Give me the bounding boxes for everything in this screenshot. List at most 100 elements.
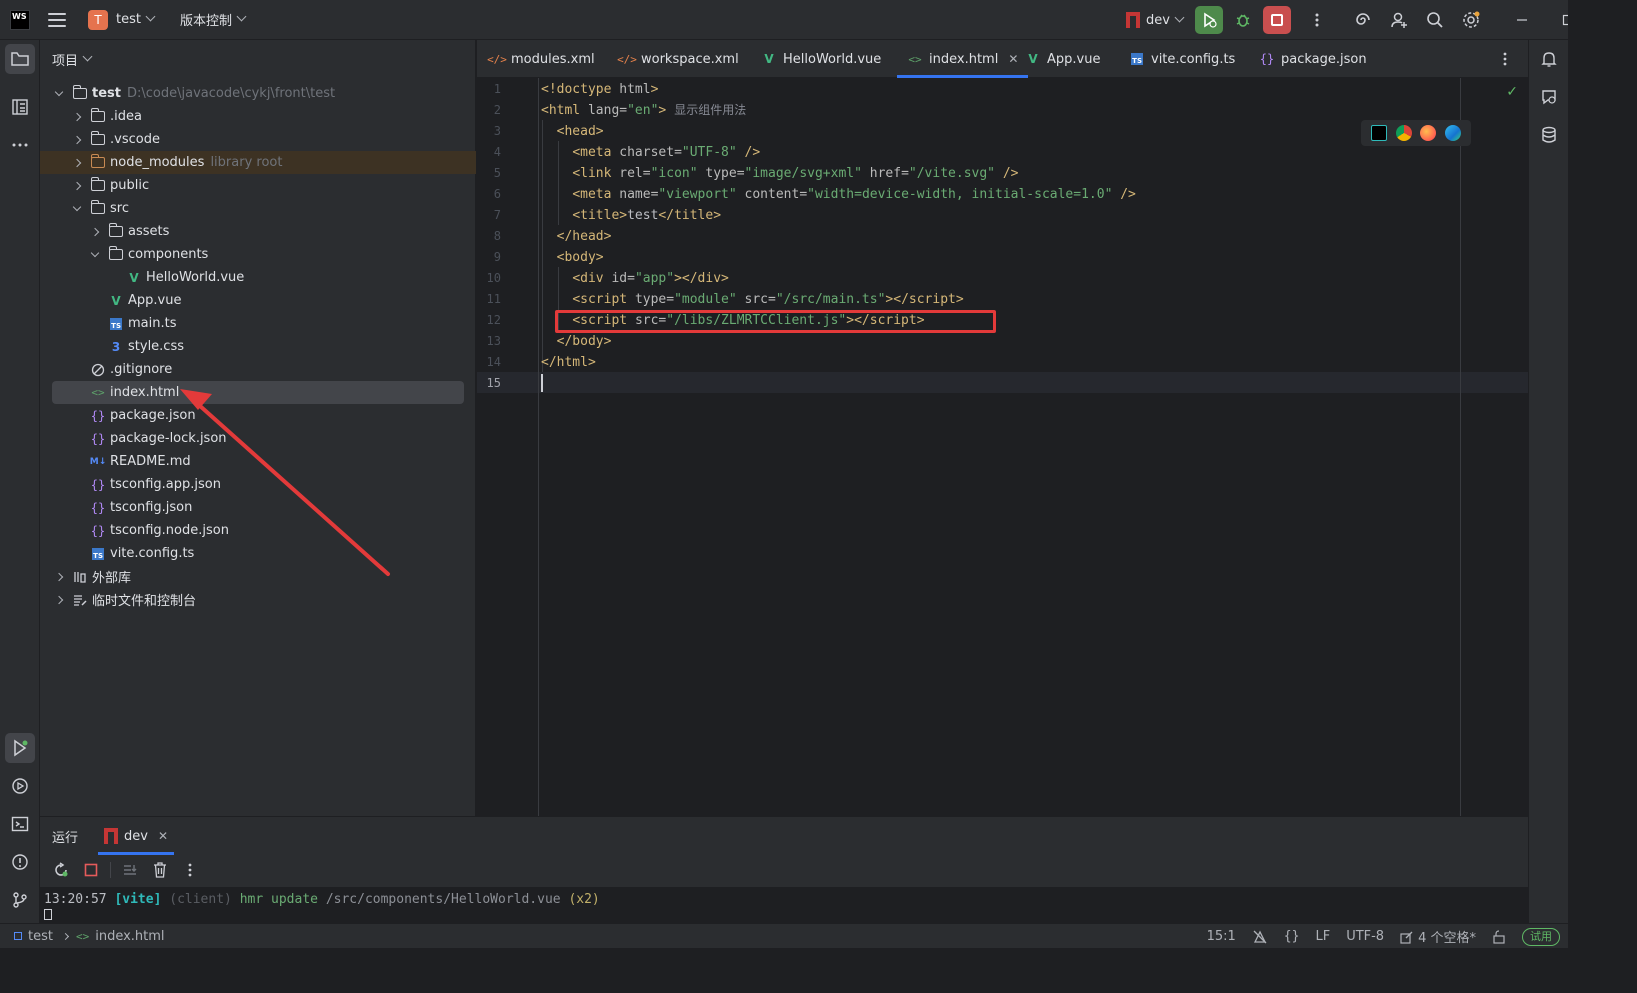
tab-helloworld-vue[interactable]: V HelloWorld.vue: [761, 40, 881, 78]
terminal-tool-button[interactable]: [5, 809, 35, 839]
project-badge[interactable]: T: [88, 9, 108, 30]
console-message: hmr update: [239, 892, 318, 907]
code-line-13: </body>: [556, 334, 612, 349]
run-config-selector[interactable]: dev: [1126, 12, 1185, 28]
chevron-down-icon[interactable]: [236, 11, 247, 22]
text-caret: [541, 374, 543, 392]
breadcrumb-file[interactable]: index.html: [95, 929, 164, 944]
xml-icon: </>: [487, 52, 507, 66]
run-tab-label: dev: [124, 828, 148, 844]
clear-console-button[interactable]: [149, 859, 171, 881]
stop-button[interactable]: [1263, 6, 1291, 34]
problems-icon: [12, 854, 28, 870]
console-count: (x2): [568, 892, 600, 907]
json-icon: {}: [1259, 52, 1275, 66]
structure-tool-button[interactable]: [5, 92, 35, 122]
scroll-to-end-button[interactable]: [119, 859, 141, 881]
tab-options-button[interactable]: [1503, 40, 1507, 78]
ai-chat-icon: [1542, 90, 1556, 105]
trash-icon: [154, 862, 166, 878]
run-tab-dev[interactable]: dev ✕: [98, 817, 175, 855]
database-icon: [1542, 126, 1556, 143]
code-line-10: <div id="app"></div>: [572, 271, 729, 286]
code-line-7: <title>test</title>: [572, 208, 722, 223]
minimize-button[interactable]: [1499, 0, 1545, 40]
line-gutter[interactable]: 1 2 3 4 5 6 7 8 9 10 11 12 13 14 15: [477, 78, 539, 816]
notifications-button[interactable]: [1534, 44, 1564, 74]
tab-modules-xml[interactable]: </> modules.xml: [487, 40, 595, 78]
chevron-down-icon: [1174, 12, 1185, 22]
git-tool-button[interactable]: [5, 885, 35, 915]
line-number: 2: [493, 103, 501, 117]
chrome-icon[interactable]: [1395, 125, 1412, 141]
edge-icon[interactable]: [1444, 125, 1461, 141]
close-tab-icon[interactable]: ✕: [1008, 52, 1018, 66]
debug-button[interactable]: [1229, 6, 1257, 34]
tab-label: modules.xml: [511, 51, 595, 67]
line-number: 6: [493, 187, 501, 201]
webstorm-logo-icon[interactable]: WS: [10, 9, 30, 30]
rerun-button[interactable]: [1195, 6, 1223, 34]
chevron-down-icon[interactable]: [145, 11, 156, 22]
trial-badge[interactable]: 试用: [1522, 927, 1560, 946]
line-number: 9: [493, 250, 501, 264]
vue-icon: V: [1028, 52, 1038, 66]
read-only-toggle-icon[interactable]: [1492, 929, 1506, 944]
code-line-5: <link rel="icon" type="image/svg+xml" hr…: [572, 166, 1019, 181]
rerun-button[interactable]: [50, 859, 72, 881]
scroll-to-end-icon: [124, 865, 137, 875]
settings-button[interactable]: [1453, 0, 1489, 40]
ai-assistant-button[interactable]: [1345, 0, 1381, 40]
problems-tool-button[interactable]: [5, 847, 35, 877]
more-tools-button[interactable]: [5, 130, 35, 160]
more-vertical-icon: [1503, 52, 1507, 66]
line-number: 3: [493, 124, 501, 138]
console-line: 13:20:57 [vite] (client) hmr update /src…: [44, 892, 1528, 907]
stop-button[interactable]: [80, 859, 102, 881]
code-style-icon[interactable]: {}: [1284, 929, 1300, 944]
tab-app-vue[interactable]: V App.vue: [1025, 40, 1100, 78]
indent-setting[interactable]: 4 个空格*: [1400, 927, 1476, 946]
more-actions-button[interactable]: [1299, 0, 1335, 40]
database-button[interactable]: [1534, 120, 1564, 150]
tab-index-html[interactable]: <> index.html ✕: [897, 40, 1029, 78]
line-number: 1: [493, 82, 501, 96]
toolbar-divider: [110, 862, 111, 878]
services-tool-button[interactable]: [5, 771, 35, 801]
vcs-menu[interactable]: 版本控制: [180, 10, 232, 29]
ai-chat-button[interactable]: [1534, 82, 1564, 112]
project-name[interactable]: test: [116, 12, 141, 27]
webstorm-preview-icon[interactable]: [1371, 125, 1388, 141]
search-button[interactable]: [1417, 0, 1453, 40]
stop-icon: [84, 863, 98, 877]
run-panel-tabs: 运行 dev ✕: [40, 817, 1528, 855]
structure-icon: [12, 99, 28, 115]
edit-config-icon: [1400, 931, 1413, 944]
more-actions-button[interactable]: [179, 859, 201, 881]
minimize-icon: [1517, 19, 1527, 21]
editor-tab-bar: </> modules.xml </> workspace.xml V Hell…: [477, 40, 1528, 78]
run-toolbar: [40, 855, 1528, 885]
tab-vite-config-ts[interactable]: TS vite.config.ts: [1129, 40, 1235, 78]
close-tab-icon[interactable]: ✕: [158, 829, 168, 843]
caret-position[interactable]: 15:1: [1207, 929, 1236, 944]
run-tool-button[interactable]: [5, 733, 35, 763]
main-menu-icon[interactable]: [48, 12, 66, 27]
tab-workspace-xml[interactable]: </> workspace.xml: [617, 40, 739, 78]
inlay-hint[interactable]: 显示组件用法: [674, 103, 746, 117]
code-line-9: <body>: [556, 250, 604, 265]
tab-package-json[interactable]: {} package.json: [1259, 40, 1367, 78]
inspection-off-icon[interactable]: [1252, 929, 1268, 945]
add-user-button[interactable]: [1381, 0, 1417, 40]
npm-icon: [104, 828, 119, 844]
project-panel: 项目 test D:\code\javacode\cykj\front\test…: [40, 40, 476, 816]
line-separator[interactable]: LF: [1315, 929, 1330, 944]
project-tool-button[interactable]: [5, 44, 35, 74]
no-problems-check-icon[interactable]: ✓: [1506, 84, 1518, 100]
breadcrumb-project[interactable]: test: [28, 929, 53, 944]
file-encoding[interactable]: UTF-8: [1346, 929, 1384, 944]
firefox-icon[interactable]: [1420, 125, 1437, 141]
code-editor[interactable]: 1 2 3 4 5 6 7 8 9 10 11 12 13 14 15 <!do…: [477, 78, 1528, 816]
terminal-icon: [11, 816, 29, 832]
console-output[interactable]: 13:20:57 [vite] (client) hmr update /src…: [40, 887, 1528, 924]
